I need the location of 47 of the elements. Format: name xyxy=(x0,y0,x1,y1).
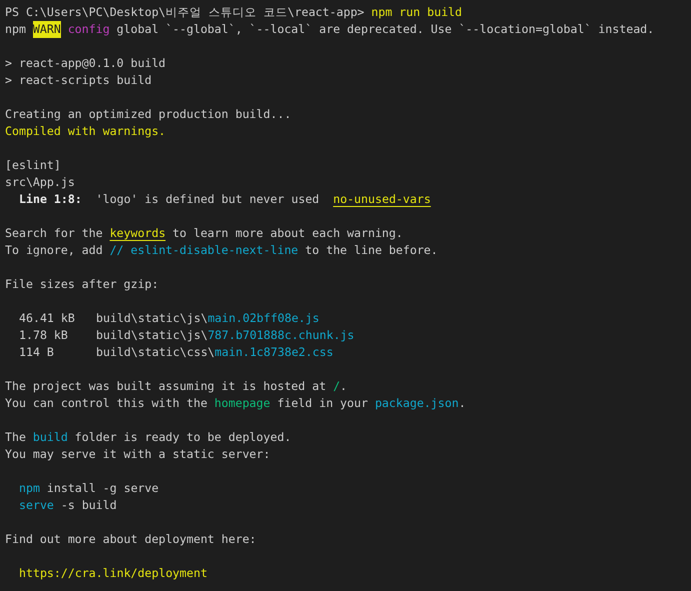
folder-path: build\static\css\ xyxy=(96,344,215,361)
path-text: npm xyxy=(19,480,40,497)
file-name: 787.b701888c.chunk.js xyxy=(208,327,354,344)
path-text: package.json xyxy=(374,395,459,412)
terminal-text: The project was built assuming it is hosted at xyxy=(5,378,328,395)
file-size: 1.78 kB xyxy=(19,327,69,344)
terminal-text: [eslint] xyxy=(5,157,61,174)
terminal-text: . xyxy=(340,378,348,395)
terminal-text: field in your xyxy=(276,395,369,412)
terminal-text: Search for the xyxy=(5,225,104,242)
terminal-text: install -g serve xyxy=(46,480,159,497)
folder-path: build\static\js\ xyxy=(96,327,208,344)
file-size: 114 B xyxy=(19,344,55,361)
path-text: // eslint-disable-next-line xyxy=(110,242,298,259)
path-text: / xyxy=(333,378,340,395)
terminal-text: File sizes after gzip: xyxy=(5,276,159,293)
terminal-text: src\App.js xyxy=(5,174,75,191)
terminal-text: . xyxy=(458,395,466,412)
terminal-text: PS C:\Users\PC\Desktop\비주얼 스튜디오 코드\react-app> xyxy=(5,4,366,21)
terminal-text: folder is ready to be deployed. xyxy=(74,429,292,446)
terminal-text: You can control this with the xyxy=(5,395,208,412)
terminal-text: You may serve it with a static server: xyxy=(5,446,270,463)
highlighted-text: Compiled with warnings. xyxy=(5,123,166,140)
terminal-text: global `--global`, `--local` are deprecated. Use `--location=global` instead. xyxy=(116,21,654,38)
terminal-text: 'logo' is defined but never used xyxy=(94,191,320,208)
highlighted-text: https://cra.link/deployment xyxy=(19,565,208,582)
terminal-text: To ignore, add xyxy=(5,242,104,259)
terminal-text: Find out more about deployment here: xyxy=(5,531,256,548)
folder-path: build\static\js\ xyxy=(96,310,208,327)
terminal-text: to the line before. xyxy=(304,242,438,259)
terminal-text: -s build xyxy=(60,497,117,514)
terminal-text: Creating an optimized production build... xyxy=(5,106,292,123)
keyword-text: config xyxy=(68,21,110,38)
warning-badge: WARN xyxy=(32,21,61,38)
terminal-text: > react-scripts build xyxy=(5,72,152,89)
line-label: Line 1:8: xyxy=(19,191,82,208)
path-text: homepage xyxy=(214,395,270,412)
terminal-text: > react-app@0.1.0 build xyxy=(5,55,166,72)
file-name: main.02bff08e.js xyxy=(208,310,320,327)
file-size: 46.41 kB xyxy=(19,310,76,327)
terminal-text: to learn more about each warning. xyxy=(172,225,403,242)
path-text: serve xyxy=(19,497,54,514)
file-name: main.1c8738e2.css xyxy=(214,344,334,361)
terminal-text: The xyxy=(5,429,27,446)
highlighted-text: npm run build xyxy=(371,4,462,21)
path-text: build xyxy=(32,429,68,446)
terminal-text: npm xyxy=(5,21,27,38)
